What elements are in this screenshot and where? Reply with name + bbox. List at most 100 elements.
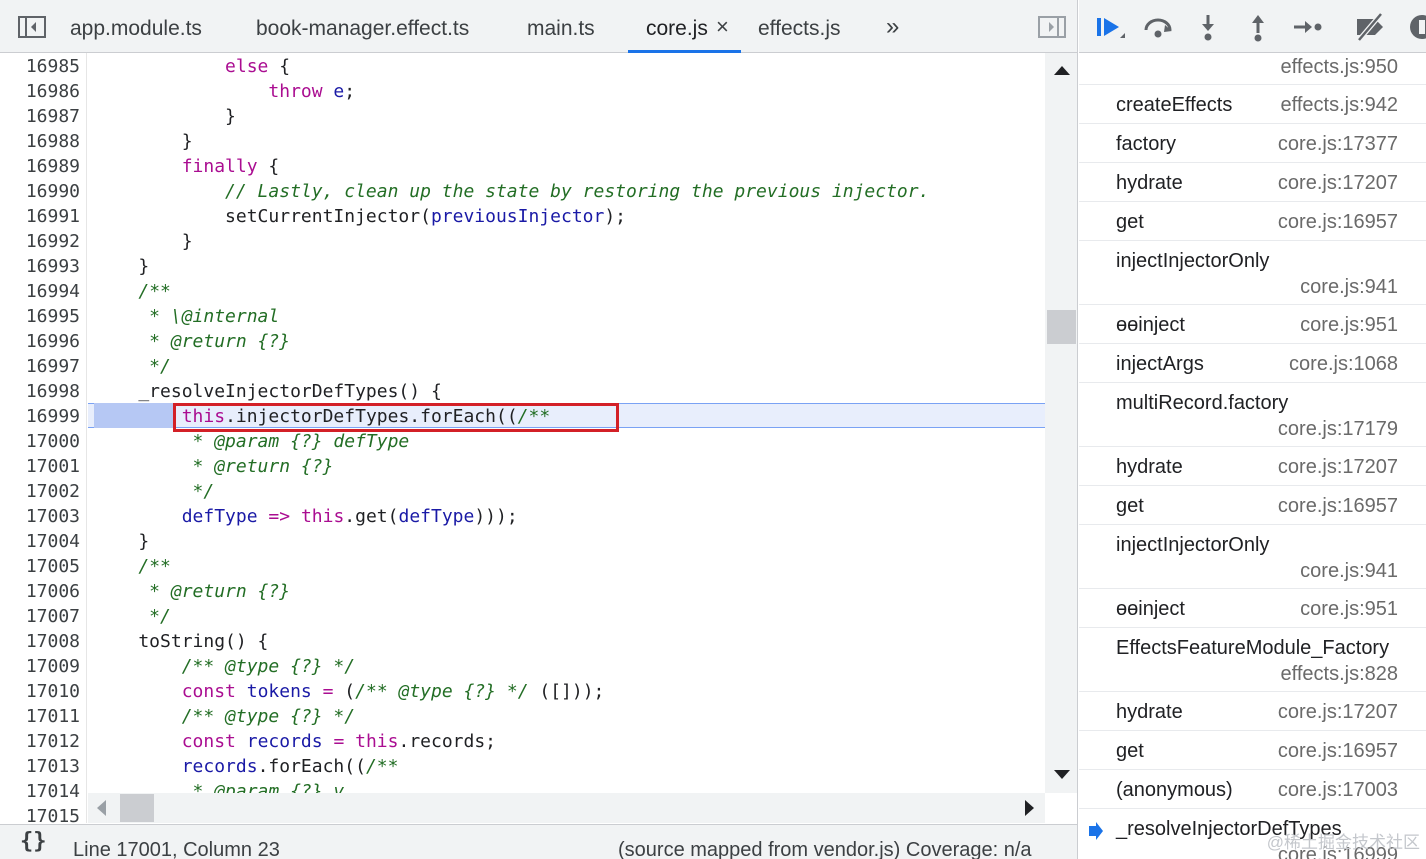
call-frame[interactable]: hydrate core.js:17207 xyxy=(1079,447,1426,486)
more-tabs-icon[interactable]: » xyxy=(886,15,900,39)
step-icon[interactable] xyxy=(1291,12,1325,42)
line-number[interactable]: 16994 xyxy=(4,279,80,304)
code-line[interactable]: const records = this.records; xyxy=(95,729,496,754)
tab-core-js[interactable]: core.js xyxy=(646,0,708,53)
line-number[interactable]: 16996 xyxy=(4,329,80,354)
step-out-icon[interactable] xyxy=(1241,12,1275,42)
pretty-print-button[interactable]: {} xyxy=(20,829,47,854)
line-number[interactable]: 16986 xyxy=(4,79,80,104)
line-number[interactable]: 17004 xyxy=(4,529,80,554)
tab-book-manager-effect[interactable]: book-manager.effect.ts xyxy=(256,0,469,53)
line-number[interactable]: 17007 xyxy=(4,604,80,629)
call-frame[interactable]: createEffects effects.js:942 xyxy=(1079,85,1426,124)
line-number[interactable]: 17006 xyxy=(4,579,80,604)
code-line[interactable]: } xyxy=(95,129,193,154)
call-frame[interactable]: ɵɵinject core.js:951 xyxy=(1079,589,1426,628)
step-over-icon[interactable] xyxy=(1141,12,1175,42)
code-line[interactable]: */ xyxy=(95,604,171,629)
call-frame[interactable]: hydrate core.js:17207 xyxy=(1079,692,1426,731)
call-frame[interactable]: (anonymous) core.js:17003 xyxy=(1079,770,1426,809)
code-line[interactable]: // Lastly, clean up the state by restori… xyxy=(95,179,929,204)
line-number[interactable]: 16985 xyxy=(4,54,80,79)
line-number[interactable]: 16995 xyxy=(4,304,80,329)
vertical-scrollbar[interactable] xyxy=(1045,53,1077,793)
code-line[interactable]: * @param {?} defType xyxy=(95,429,410,454)
code-line[interactable]: defType => this.get(defType))); xyxy=(95,504,518,529)
line-number[interactable]: 16997 xyxy=(4,354,80,379)
close-tab-icon[interactable]: × xyxy=(716,16,729,38)
line-number[interactable]: 17002 xyxy=(4,479,80,504)
code-line[interactable]: */ xyxy=(95,479,215,504)
call-frame[interactable]: injectInjectorOnly core.js:941 xyxy=(1079,241,1426,305)
line-number[interactable]: 17008 xyxy=(4,629,80,654)
call-frame[interactable]: get core.js:16957 xyxy=(1079,731,1426,770)
line-number[interactable]: 16989 xyxy=(4,154,80,179)
line-number[interactable]: 17001 xyxy=(4,454,80,479)
call-frame[interactable]: effects.js:950 xyxy=(1079,53,1426,85)
line-number[interactable]: 17000 xyxy=(4,429,80,454)
line-number[interactable]: 16988 xyxy=(4,129,80,154)
code-line[interactable]: } xyxy=(95,529,149,554)
code-line[interactable]: } xyxy=(95,229,193,254)
tab-effects-js[interactable]: effects.js xyxy=(758,0,840,53)
code-line[interactable]: * @return {?} xyxy=(95,454,334,479)
line-number[interactable]: 16987 xyxy=(4,104,80,129)
scroll-left-icon[interactable] xyxy=(97,800,106,816)
line-number[interactable]: 17013 xyxy=(4,754,80,779)
call-frame[interactable]: factory core.js:17377 xyxy=(1079,124,1426,163)
call-frame[interactable]: get core.js:16957 xyxy=(1079,202,1426,241)
code-line[interactable]: toString() { xyxy=(95,629,268,654)
code-line[interactable]: throw e; xyxy=(95,79,355,104)
code-line[interactable]: /** xyxy=(95,554,171,579)
line-number[interactable]: 17014 xyxy=(4,779,80,804)
deactivate-breakpoints-icon[interactable] xyxy=(1353,12,1387,42)
code-line[interactable]: } xyxy=(95,254,149,279)
line-number[interactable]: 16991 xyxy=(4,204,80,229)
line-number[interactable]: 17012 xyxy=(4,729,80,754)
line-number[interactable]: 16998 xyxy=(4,379,80,404)
line-number[interactable]: 17009 xyxy=(4,654,80,679)
debugger-sidebar-toggle-icon[interactable] xyxy=(1038,16,1066,38)
code-line[interactable]: const tokens = (/** @type {?} */ ([])); xyxy=(95,679,605,704)
tab-app-module[interactable]: app.module.ts xyxy=(70,0,202,53)
tab-main[interactable]: main.ts xyxy=(527,0,595,53)
call-frame[interactable]: multiRecord.factory core.js:17179 xyxy=(1079,383,1426,447)
step-into-icon[interactable] xyxy=(1191,12,1225,42)
code-line[interactable]: finally { xyxy=(95,154,280,179)
scroll-up-icon[interactable] xyxy=(1054,66,1070,75)
line-number[interactable]: 16990 xyxy=(4,179,80,204)
call-frame[interactable]: injectArgs core.js:1068 xyxy=(1079,344,1426,383)
call-frame[interactable]: hydrate core.js:17207 xyxy=(1079,163,1426,202)
code-line[interactable]: records.forEach((/** xyxy=(95,754,399,779)
call-frame[interactable]: get core.js:16957 xyxy=(1079,486,1426,525)
scroll-down-icon[interactable] xyxy=(1054,770,1070,779)
code-line[interactable]: /** xyxy=(95,279,171,304)
line-number[interactable]: 17010 xyxy=(4,679,80,704)
code-line[interactable]: * @return {?} xyxy=(95,329,290,354)
code-line[interactable]: setCurrentInjector(previousInjector); xyxy=(95,204,626,229)
code-line[interactable]: else { xyxy=(95,54,290,79)
pause-on-exceptions-icon[interactable] xyxy=(1405,12,1426,42)
scroll-right-icon[interactable] xyxy=(1025,800,1034,816)
code-line[interactable]: /** @type {?} */ xyxy=(95,704,355,729)
line-number[interactable]: 17005 xyxy=(4,554,80,579)
line-number[interactable]: 17003 xyxy=(4,504,80,529)
vertical-scrollbar-thumb[interactable] xyxy=(1047,310,1076,344)
code-line[interactable]: */ xyxy=(95,354,171,379)
call-frame[interactable]: EffectsFeatureModule_Factory effects.js:8… xyxy=(1079,628,1426,692)
horizontal-scrollbar[interactable] xyxy=(88,793,1045,823)
code-line[interactable]: * @return {?} xyxy=(95,579,290,604)
line-number[interactable]: 16992 xyxy=(4,229,80,254)
line-number[interactable]: 16993 xyxy=(4,254,80,279)
resume-icon[interactable] xyxy=(1093,12,1127,42)
call-frame[interactable]: injectInjectorOnly core.js:941 xyxy=(1079,525,1426,589)
code-line[interactable]: } xyxy=(95,104,236,129)
sidebar-toggle-icon[interactable] xyxy=(18,16,46,38)
horizontal-scrollbar-thumb[interactable] xyxy=(120,794,154,822)
code-line[interactable]: _resolveInjectorDefTypes() { xyxy=(95,379,441,404)
call-frame[interactable]: ɵɵinject core.js:951 xyxy=(1079,305,1426,344)
code-line[interactable]: /** @type {?} */ xyxy=(95,654,355,679)
line-number[interactable]: 17011 xyxy=(4,704,80,729)
line-number[interactable]: 17015 xyxy=(4,804,80,823)
code-line[interactable]: * \@internal xyxy=(95,304,279,329)
